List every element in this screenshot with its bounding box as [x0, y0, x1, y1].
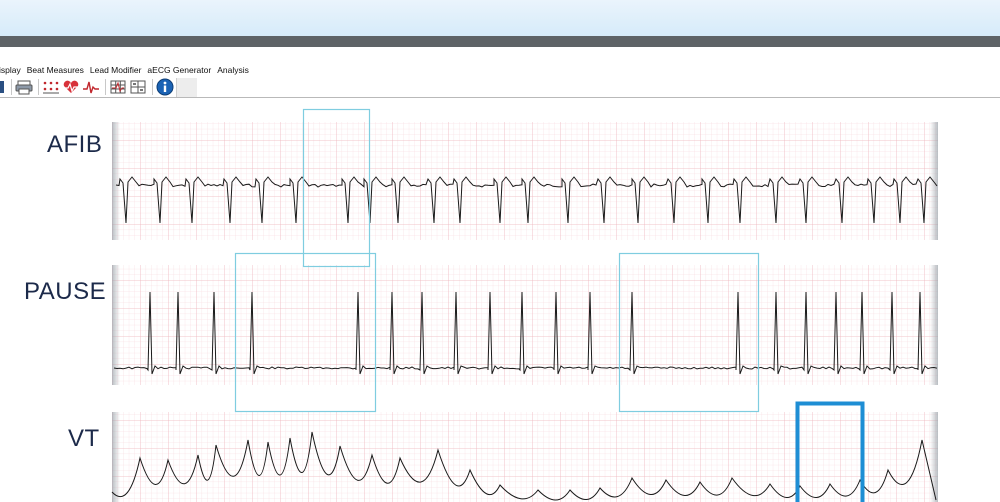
afib-strip	[112, 122, 938, 240]
afib-grid	[112, 122, 938, 240]
vt-edge-right	[930, 412, 938, 502]
afib-label: AFIB	[47, 131, 103, 158]
afib-edge-left	[112, 122, 120, 240]
vt-label: VT	[68, 425, 100, 452]
afib-edge-right	[930, 122, 938, 240]
vt-strip	[111, 412, 938, 502]
ecg-display	[111, 108, 938, 502]
vt-grid	[112, 412, 938, 502]
pause-edge-left	[112, 265, 120, 385]
vt-edge-left	[112, 412, 120, 502]
pause-label: PAUSE	[24, 278, 107, 305]
